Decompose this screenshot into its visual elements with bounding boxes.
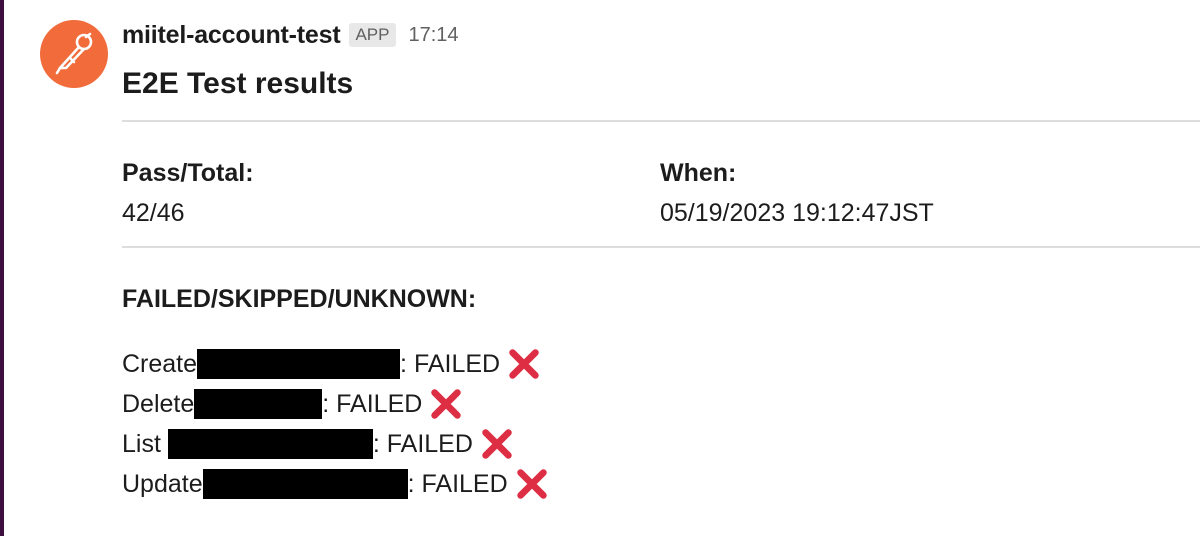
failure-item-list: List : FAILED (122, 424, 551, 464)
message-header: miitel-account-test APP 17:14 (122, 16, 459, 54)
cross-mark-icon (505, 345, 543, 383)
cross-mark-icon (427, 385, 465, 423)
failure-item-prefix: Update (122, 469, 203, 498)
app-avatar[interactable] (40, 20, 108, 88)
app-badge: APP (349, 23, 396, 47)
failure-item-prefix: Delete (122, 389, 195, 418)
cross-mark-icon (513, 465, 551, 503)
pass-total-value: 42/46 (122, 199, 185, 227)
failure-item-update: Update : FAILED (122, 464, 551, 504)
failure-item-prefix: Create (122, 349, 198, 378)
divider-middle (122, 246, 1200, 248)
failures-section-title: FAILED/SKIPPED/UNKNOWN: (122, 285, 477, 313)
divider-top (122, 120, 1200, 122)
when-value: 05/19/2023 19:12:47JST (660, 199, 934, 227)
failures-list: Create : FAILED Delete : FAILED List : F… (122, 344, 551, 504)
redaction-block (194, 389, 323, 419)
window-edge (0, 0, 4, 536)
failure-item-status: : FAILED (407, 469, 508, 498)
postman-logo-icon (55, 32, 93, 75)
failure-item-create: Create : FAILED (122, 344, 551, 384)
cross-mark-icon (478, 425, 516, 463)
failure-item-status: : FAILED (372, 429, 473, 458)
message-title: E2E Test results (122, 67, 354, 100)
when-label: When: (660, 159, 737, 187)
redaction-block (197, 349, 401, 379)
message-timestamp[interactable]: 17:14 (409, 24, 459, 47)
failure-item-prefix: List (122, 429, 168, 458)
redaction-block (202, 469, 408, 499)
failure-item-status: : FAILED (400, 349, 501, 378)
failure-item-status: : FAILED (322, 389, 423, 418)
sender-name[interactable]: miitel-account-test (122, 21, 341, 50)
failure-item-delete: Delete : FAILED (122, 384, 551, 424)
pass-total-label: Pass/Total: (122, 159, 254, 187)
redaction-block (167, 429, 373, 459)
